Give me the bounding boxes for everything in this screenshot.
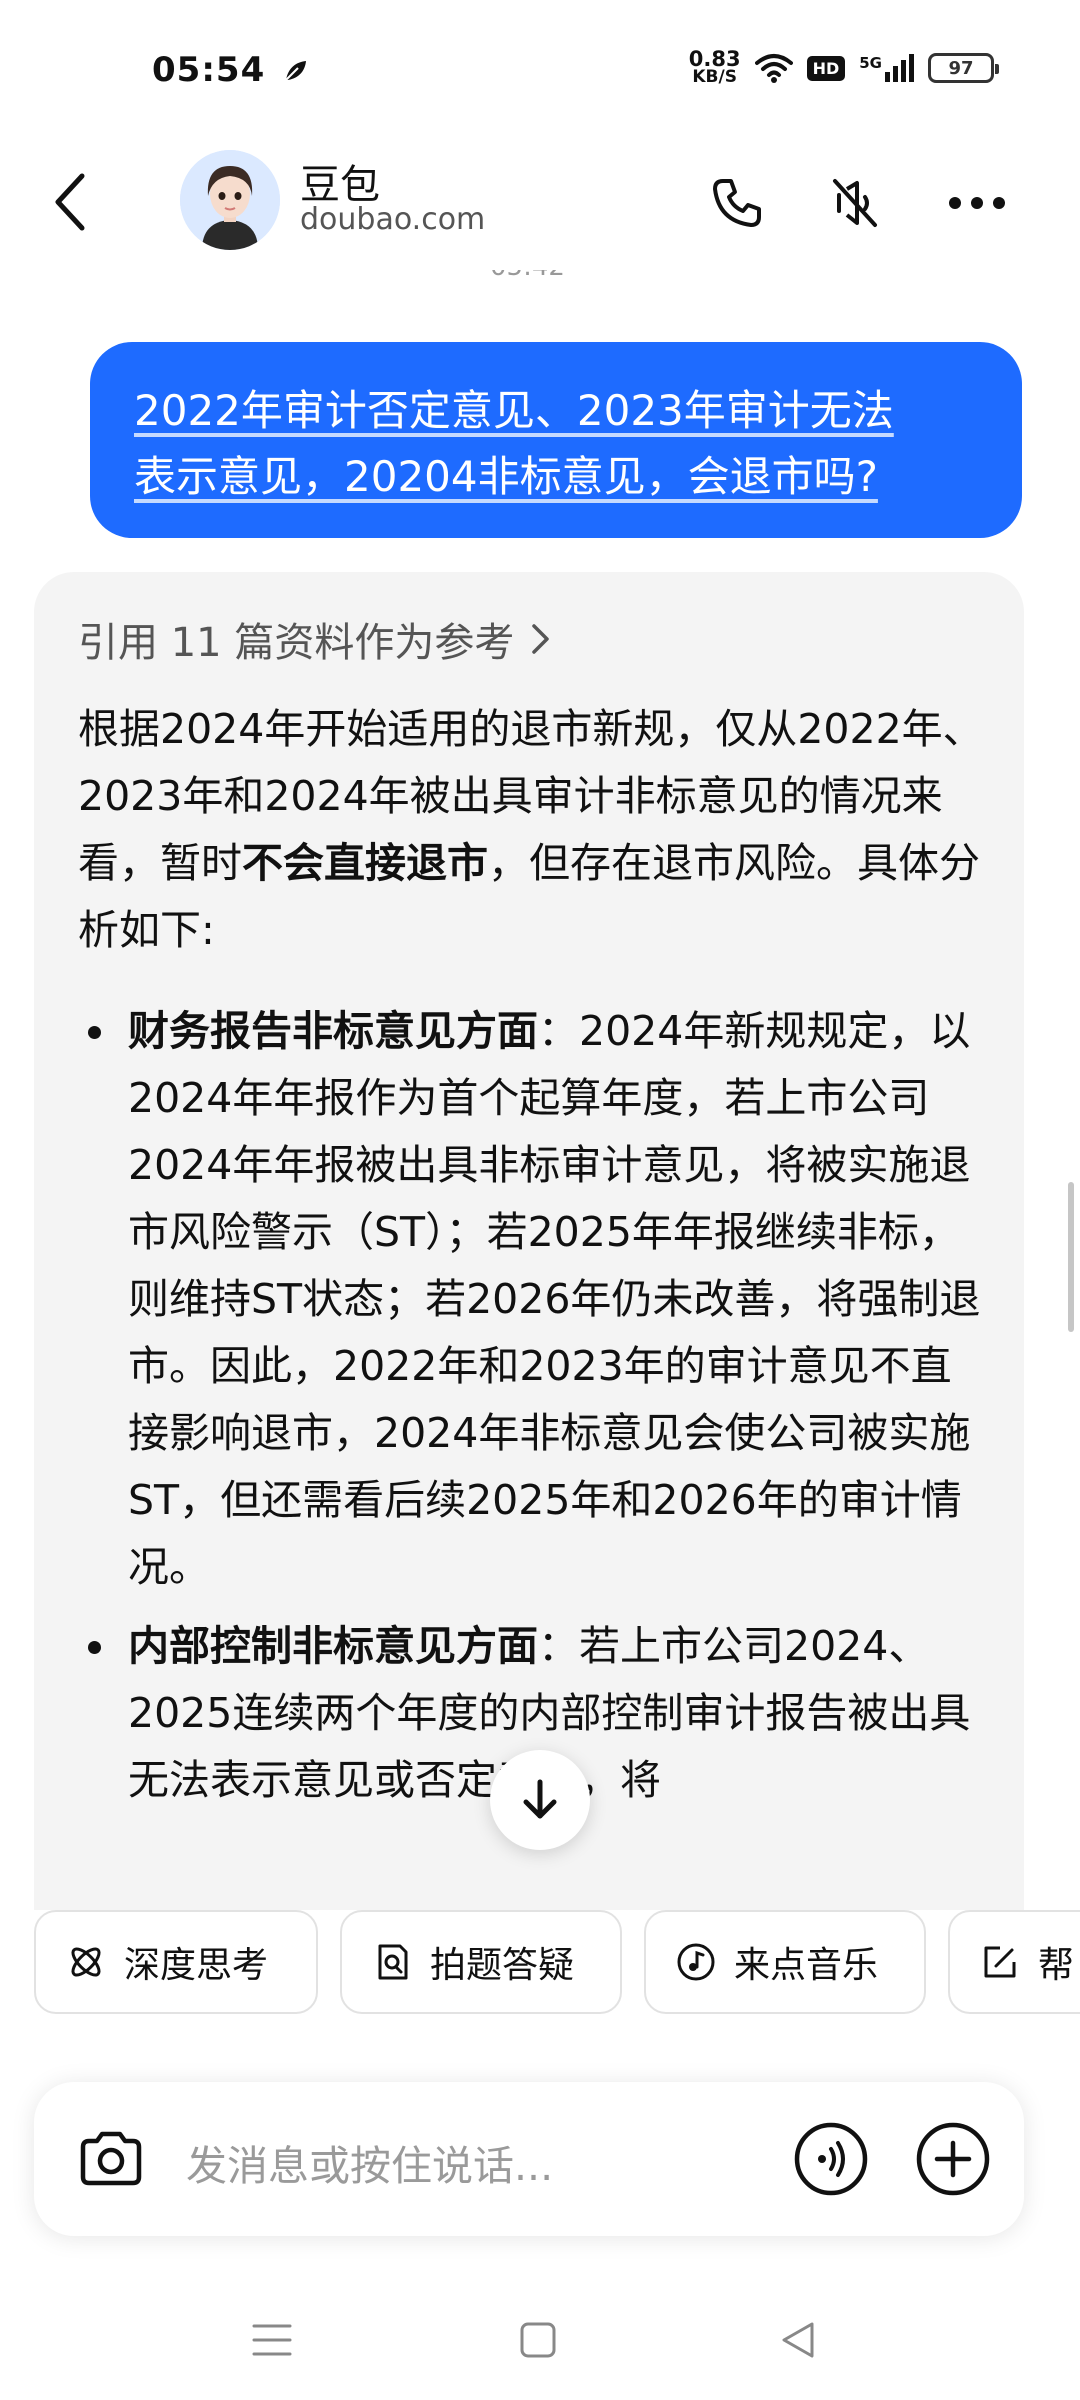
- user-message-line-2: 表示意见，20204非标意见，会退市吗?: [134, 452, 878, 501]
- scan-question-icon: [378, 1944, 408, 1980]
- chip-label: 深度思考: [124, 1945, 269, 1986]
- more-options-button[interactable]: [942, 168, 1012, 238]
- list-item: 财务报告非标意见方面：2024年新规规定，以2024年年报作为首个起算年度，若上…: [78, 998, 984, 1601]
- wifi-icon: [754, 54, 793, 83]
- chip-photo-question[interactable]: 拍题答疑: [340, 1910, 622, 2014]
- music-icon: [677, 1943, 715, 1981]
- phone-icon: [713, 179, 761, 227]
- network-speed-value: 0.83: [688, 47, 741, 71]
- avatar[interactable]: [180, 150, 280, 250]
- chip-label: 拍题答疑: [430, 1945, 575, 1986]
- chat-header: 豆包 doubao.com: [0, 140, 1080, 270]
- menu-icon: [252, 2324, 292, 2356]
- intro-bold-text: 不会直接退市: [242, 839, 488, 887]
- reference-label: 引用 11 篇资料作为参考: [78, 620, 515, 666]
- camera-button[interactable]: [72, 2120, 150, 2198]
- add-attachment-button[interactable]: [914, 2120, 992, 2198]
- back-button[interactable]: [40, 162, 100, 242]
- voice-call-button[interactable]: [792, 2120, 870, 2198]
- scroll-to-bottom-button[interactable]: [490, 1750, 590, 1850]
- ai-response-card: 引用 11 篇资料作为参考 根据2024年开始适用的退市新规，仅从2022年、2…: [34, 572, 1024, 1910]
- chip-deep-thinking[interactable]: 深度思考: [34, 1910, 318, 2014]
- avatar-image: [180, 150, 280, 250]
- voice-wave-icon: [794, 2122, 868, 2196]
- nav-menu-button[interactable]: [242, 2310, 302, 2370]
- square-home-icon: [520, 2322, 556, 2358]
- user-message-bubble[interactable]: 2022年审计否定意见、2023年审计无法 表示意见，20204非标意见，会退市…: [90, 342, 1022, 538]
- network-speed-unit: KB/S: [692, 67, 737, 87]
- chevron-left-icon: [55, 173, 85, 231]
- ai-intro-paragraph: 根据2024年开始适用的退市新规，仅从2022年、2023年和2024年被出具审…: [78, 696, 984, 964]
- nav-home-button[interactable]: [508, 2310, 568, 2370]
- more-icon: [949, 197, 1005, 209]
- chat-subtitle: doubao.com: [300, 202, 486, 237]
- bullet-title: 财务报告非标意见方面: [128, 1007, 538, 1055]
- message-input-bar: 发消息或按住说话...: [34, 2082, 1024, 2236]
- bullet-title: 内部控制非标意见方面: [128, 1622, 538, 1670]
- chip-music[interactable]: 来点音乐: [644, 1910, 926, 2014]
- signal-icon: 5G: [859, 54, 914, 82]
- system-navigation-bar: [0, 2290, 1080, 2400]
- plus-circle-icon: [916, 2122, 990, 2196]
- nav-back-button[interactable]: [768, 2310, 828, 2370]
- leaf-notification-icon: [285, 61, 306, 81]
- scrollbar[interactable]: [1068, 1182, 1074, 1332]
- ai-bullet-list: 财务报告非标意见方面：2024年新规规定，以2024年年报作为首个起算年度，若上…: [78, 998, 984, 1814]
- network-speed: 0.83 KB/S: [688, 47, 741, 87]
- quick-action-chips: 深度思考 拍题答疑 来点音乐 帮: [0, 1910, 1080, 2020]
- chevron-right-icon: [532, 624, 550, 654]
- triangle-back-icon: [782, 2322, 814, 2358]
- chat-scroll-area[interactable]: 05:42 2022年审计否定意见、2023年审计无法 表示意见，20204非标…: [0, 270, 1080, 1910]
- status-bar: 05:54 0.83 KB/S HD 5G 97: [0, 0, 1080, 140]
- battery-icon: 97: [928, 53, 999, 83]
- status-time: 05:54: [152, 50, 266, 90]
- user-message-line-1: 2022年审计否定意见、2023年审计无法: [134, 386, 894, 435]
- hd-badge: HD: [806, 55, 846, 81]
- bullet-text: ：2024年新规规定，以2024年年报作为首个起算年度，若上市公司2024年年报…: [128, 1007, 981, 1591]
- network-type: 5G: [859, 54, 882, 72]
- atom-icon: [71, 1947, 101, 1977]
- arrow-down-icon: [523, 1779, 557, 1819]
- reference-link[interactable]: 引用 11 篇资料作为参考: [78, 610, 984, 668]
- chip-label: 帮: [1038, 1945, 1075, 1986]
- status-icons: 0.83 KB/S HD 5G 97: [688, 47, 999, 87]
- mute-button[interactable]: [820, 168, 890, 238]
- message-timestamp: 05:42: [490, 270, 565, 282]
- chip-label: 来点音乐: [734, 1945, 879, 1986]
- chip-help-write[interactable]: 帮: [948, 1910, 1080, 2014]
- phone-call-button[interactable]: [702, 168, 772, 238]
- speaker-muted-icon: [833, 179, 877, 227]
- message-input[interactable]: 发消息或按住说话...: [186, 2132, 553, 2192]
- camera-icon: [80, 2131, 142, 2186]
- battery-level: 97: [948, 57, 974, 79]
- edit-icon: [984, 1946, 1016, 1978]
